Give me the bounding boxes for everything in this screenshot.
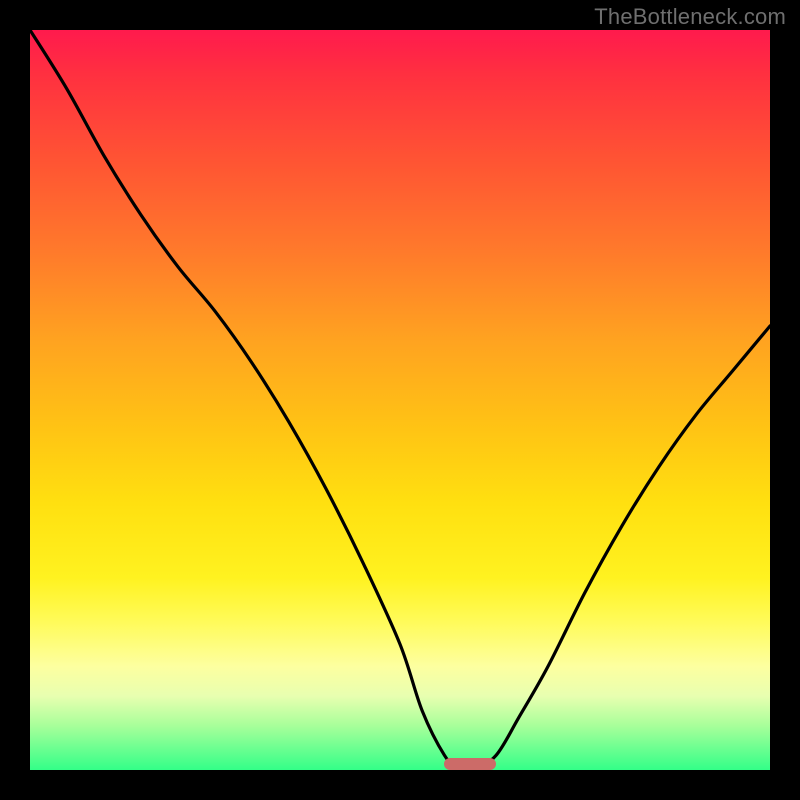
chart-frame: TheBottleneck.com	[0, 0, 800, 800]
watermark-text: TheBottleneck.com	[594, 4, 786, 30]
optimal-range-marker	[444, 758, 496, 770]
bottleneck-curve	[30, 30, 770, 770]
plot-area	[30, 30, 770, 770]
